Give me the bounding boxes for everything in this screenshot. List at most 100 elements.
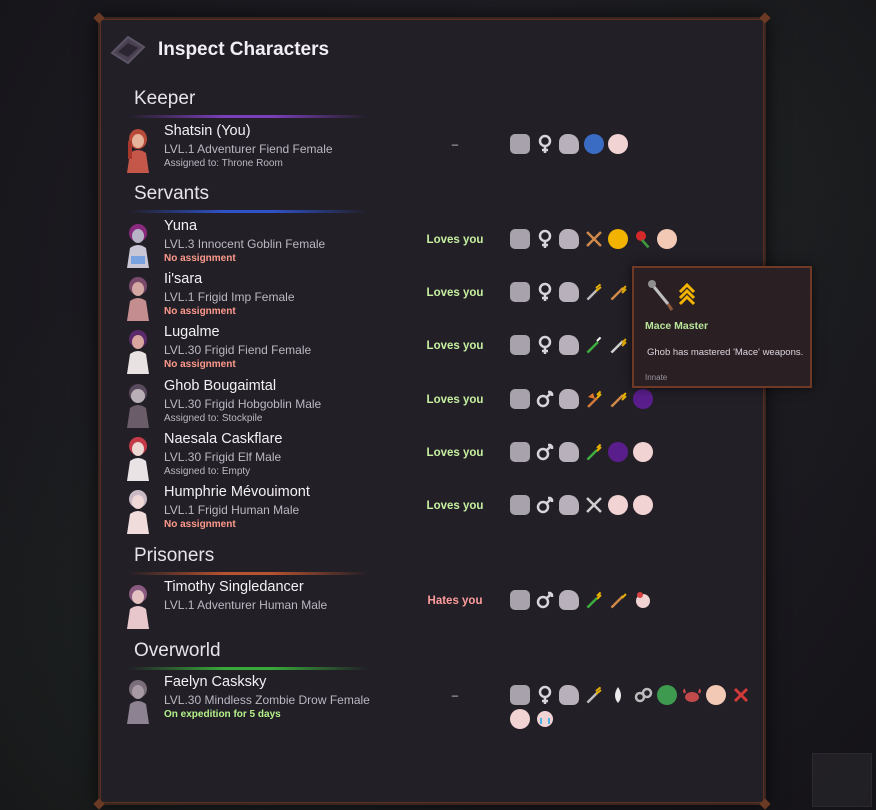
sword-rank-icon[interactable] (608, 282, 628, 302)
character-portrait (127, 490, 149, 534)
brain-icon[interactable] (559, 685, 579, 705)
female-symbol-icon[interactable] (535, 282, 555, 302)
face-icon[interactable] (706, 685, 726, 705)
bloodied-face-icon[interactable] (510, 709, 530, 729)
brain-icon[interactable] (559, 282, 579, 302)
bandaged-face-icon[interactable] (608, 495, 628, 515)
character-portrait (127, 277, 149, 321)
mace-icon (648, 280, 696, 311)
male-symbol-icon[interactable] (535, 495, 555, 515)
brain-icon[interactable] (559, 389, 579, 409)
fist-icon[interactable] (510, 282, 530, 302)
female-symbol-icon[interactable] (535, 685, 555, 705)
helmet-face-icon[interactable] (608, 229, 628, 249)
trait-list (510, 685, 760, 729)
bloodied-face-icon[interactable] (632, 442, 653, 462)
character-class: LVL.30 Frigid Fiend Female (164, 343, 312, 357)
brain-icon[interactable] (559, 335, 579, 355)
section-divider-servants (128, 210, 368, 213)
character-class: LVL.1 Adventurer Fiend Female (164, 142, 333, 156)
fist-icon[interactable] (510, 442, 530, 462)
crab-icon[interactable] (681, 685, 702, 705)
character-assignment: No assignment (164, 253, 236, 264)
fist-icon[interactable] (510, 685, 530, 705)
brain-icon[interactable] (559, 590, 579, 610)
wand-rank-icon[interactable] (584, 590, 604, 610)
section-header-overworld: Overworld (134, 640, 221, 661)
drop-icon[interactable] (608, 685, 628, 705)
bloodied-face-icon[interactable] (608, 134, 628, 154)
demon-mask-icon[interactable] (608, 442, 628, 462)
relation-status: Loves you (426, 500, 484, 512)
section-divider-keeper (128, 115, 368, 118)
character-row[interactable]: Yuna LVL.3 Innocent Goblin Female No ass… (122, 218, 752, 270)
wand-icon[interactable] (584, 335, 604, 355)
fist-icon[interactable] (510, 335, 530, 355)
fist-icon[interactable] (510, 590, 530, 610)
section-header-servants: Servants (134, 183, 209, 204)
mace-rank-icon[interactable] (584, 282, 604, 302)
character-portrait (127, 224, 149, 268)
character-class: LVL.1 Frigid Imp Female (164, 290, 295, 304)
male-symbol-icon[interactable] (535, 590, 555, 610)
tooltip-description: Ghob has mastered 'Mace' weapons. (647, 347, 804, 358)
corner-menu-button[interactable] (812, 753, 872, 807)
flower-face-icon[interactable] (633, 590, 653, 610)
character-assignment: No assignment (164, 359, 236, 370)
fist-icon[interactable] (510, 229, 530, 249)
fist-icon[interactable] (510, 389, 530, 409)
brain-icon[interactable] (559, 442, 579, 462)
character-assignment: No assignment (164, 306, 236, 317)
male-symbol-icon[interactable] (535, 389, 555, 409)
character-assignment: On expedition for 5 days (164, 709, 281, 720)
character-row[interactable]: Naesala Caskflare LVL.30 Frigid Elf Male… (122, 431, 752, 483)
wand-rank-icon[interactable] (584, 442, 604, 462)
brain-icon[interactable] (559, 134, 579, 154)
crossed-out-icon[interactable] (731, 685, 751, 705)
crossed-swords-icon[interactable] (584, 229, 604, 249)
brain-icon[interactable] (559, 229, 579, 249)
sword-rank-icon[interactable] (608, 389, 628, 409)
crying-face-icon[interactable] (535, 709, 555, 729)
panel-title: Inspect Characters (158, 39, 330, 60)
shackles-icon[interactable] (633, 685, 653, 705)
trait-list (510, 389, 760, 409)
demon-mask-icon[interactable] (632, 389, 653, 409)
fist-icon[interactable] (510, 134, 530, 154)
character-row[interactable]: Timothy Singledancer LVL.1 Adventurer Hu… (122, 579, 752, 631)
tooltip-footer: Innate (645, 373, 668, 382)
crossed-axes-icon[interactable] (584, 495, 604, 515)
rose-icon[interactable] (633, 229, 653, 249)
face-icon[interactable] (657, 229, 677, 249)
character-portrait (127, 437, 149, 481)
relation-status: Loves you (426, 287, 484, 299)
character-row[interactable]: Faelyn Casksky LVL.30 Mindless Zombie Dr… (122, 674, 752, 729)
mace-rank-icon[interactable] (584, 685, 604, 705)
female-symbol-icon[interactable] (535, 335, 555, 355)
fist-icon[interactable] (510, 495, 530, 515)
character-row[interactable]: Humphrie Mévouimont LVL.1 Frigid Human M… (122, 484, 752, 536)
panel-header: Inspect Characters (110, 33, 329, 67)
tooltip-title: Mace Master (645, 320, 709, 332)
sword-rank-icon[interactable] (608, 335, 628, 355)
sword-rank-icon[interactable] (608, 590, 628, 610)
character-class: LVL.30 Mindless Zombie Drow Female (164, 693, 370, 707)
female-symbol-icon[interactable] (535, 229, 555, 249)
character-class: LVL.1 Frigid Human Male (164, 503, 300, 517)
character-name: Faelyn Casksky (164, 674, 267, 690)
relation-status: Loves you (426, 447, 484, 459)
axe-rank-icon[interactable] (584, 389, 604, 409)
character-row[interactable]: Shatsin (You) LVL.1 Adventurer Fiend Fem… (122, 123, 752, 175)
zombie-face-icon[interactable] (657, 685, 677, 705)
female-symbol-icon[interactable] (535, 134, 555, 154)
character-class: LVL.30 Frigid Hobgoblin Male (164, 397, 322, 411)
guard-face-icon[interactable] (583, 134, 604, 154)
character-name: Shatsin (You) (164, 123, 251, 139)
trait-list (510, 495, 760, 515)
brain-icon[interactable] (559, 495, 579, 515)
character-portrait (127, 585, 149, 629)
bloodied-face-icon[interactable] (632, 495, 653, 515)
trait-list (510, 442, 760, 462)
character-name: Yuna (164, 218, 198, 234)
male-symbol-icon[interactable] (535, 442, 555, 462)
